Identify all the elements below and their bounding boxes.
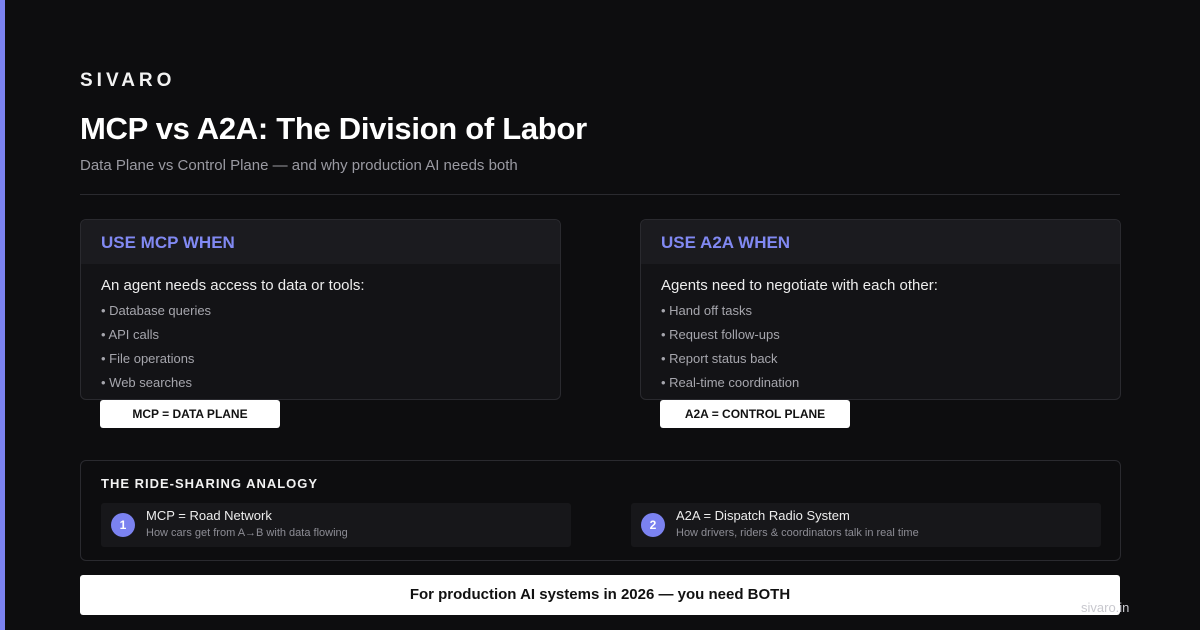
mcp-card-lead: An agent needs access to data or tools:: [101, 277, 365, 294]
analogy-title: THE RIDE-SHARING ANALOGY: [101, 476, 319, 491]
list-item: • File operations: [101, 351, 195, 366]
mcp-data-plane-badge: MCP = DATA PLANE: [100, 400, 280, 428]
list-item: • Hand off tasks: [661, 303, 753, 318]
accent-bar: [0, 0, 5, 630]
list-item: • Real-time coordination: [661, 375, 800, 390]
list-item: • Report status back: [661, 351, 778, 366]
list-item: • Request follow-ups: [661, 327, 780, 342]
mcp-card-body: An agent needs access to data or tools: …: [81, 264, 560, 399]
header-divider: [80, 194, 1120, 195]
analogy-item-dispatch-radio: 2 A2A = Dispatch Radio System How driver…: [631, 503, 1101, 547]
analogy-item-description: How drivers, riders & coordinators talk …: [676, 527, 919, 539]
footer-url: sivaro.in: [1081, 600, 1130, 615]
conclusion-banner: For production AI systems in 2026 — you …: [80, 575, 1120, 615]
a2a-control-plane-badge: A2A = CONTROL PLANE: [660, 400, 850, 428]
list-item: • Database queries: [101, 303, 212, 318]
list-item: • Web searches: [101, 375, 193, 390]
page-subtitle: Data Plane vs Control Plane — and why pr…: [80, 157, 518, 174]
brand-logo: SIVARO: [80, 70, 176, 91]
a2a-card-lead: Agents need to negotiate with each other…: [661, 277, 938, 294]
analogy-item-road-network: 1 MCP = Road Network How cars get from A…: [101, 503, 571, 547]
list-item: • API calls: [101, 327, 160, 342]
number-badge: 2: [641, 513, 665, 537]
analogy-section: THE RIDE-SHARING ANALOGY 1 MCP = Road Ne…: [80, 460, 1121, 561]
a2a-card-body: Agents need to negotiate with each other…: [641, 264, 1120, 399]
a2a-card: USE A2A WHEN Agents need to negotiate wi…: [640, 219, 1121, 400]
a2a-card-heading: USE A2A WHEN: [641, 220, 1120, 264]
analogy-item-heading: A2A = Dispatch Radio System: [676, 508, 850, 523]
analogy-item-heading: MCP = Road Network: [146, 508, 272, 523]
analogy-item-description: How cars get from A→B with data flowing: [146, 527, 348, 539]
number-badge: 1: [111, 513, 135, 537]
page-title: MCP vs A2A: The Division of Labor: [80, 111, 587, 146]
mcp-card: USE MCP WHEN An agent needs access to da…: [80, 219, 561, 400]
mcp-card-heading: USE MCP WHEN: [81, 220, 560, 264]
